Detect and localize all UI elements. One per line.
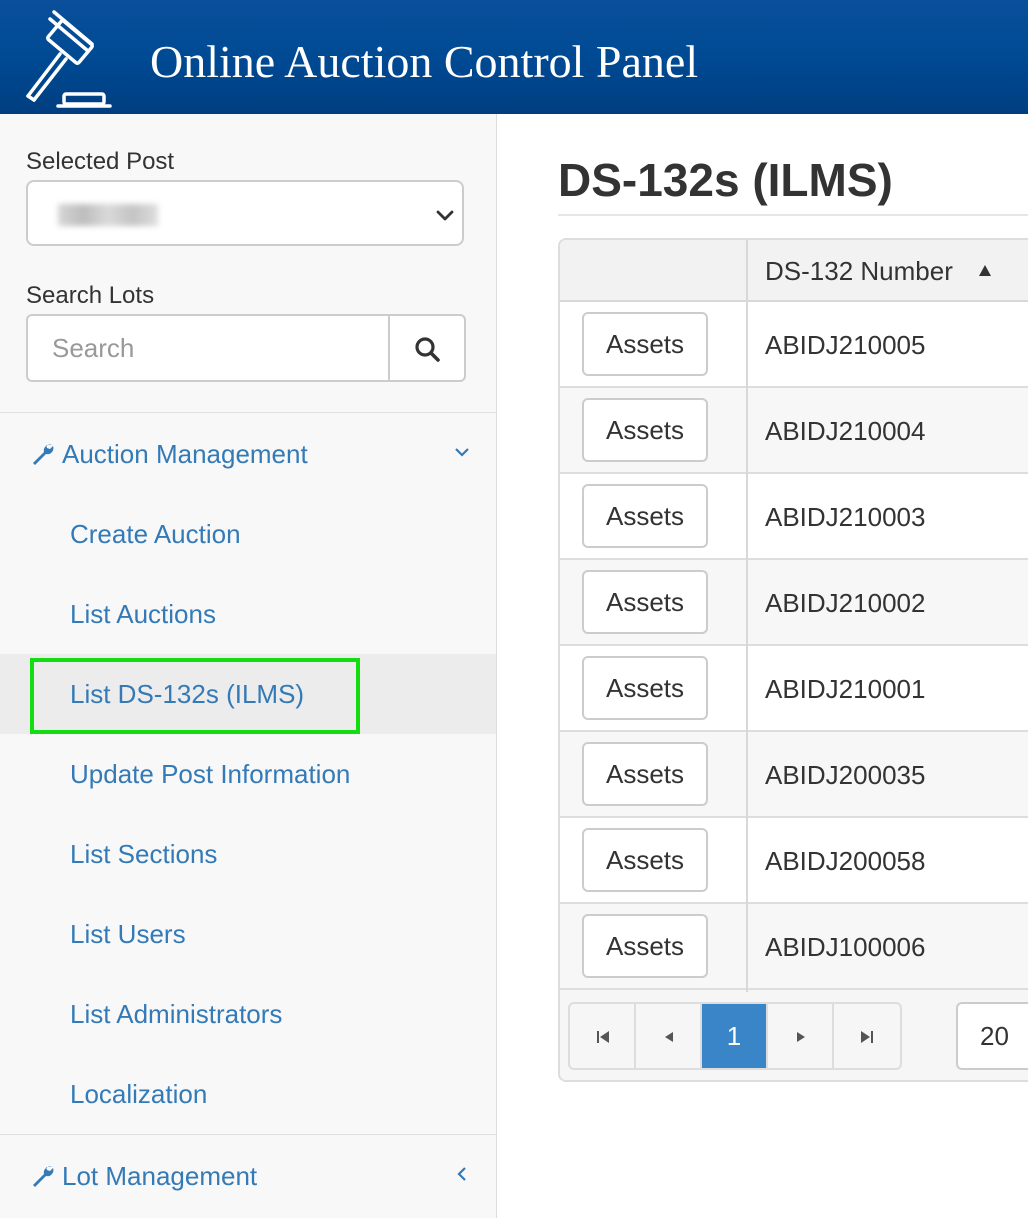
app-header: Online Auction Control Panel xyxy=(0,0,1028,114)
sidebar-item-list-auctions[interactable]: List Auctions xyxy=(0,574,496,654)
prev-page-button[interactable] xyxy=(636,1004,702,1068)
page-button-current[interactable]: 1 xyxy=(702,1004,768,1068)
section-lot-management[interactable]: Lot Management xyxy=(30,1156,470,1196)
table-row: Assets ABIDJ210005 xyxy=(560,302,1028,388)
search-icon xyxy=(415,337,440,362)
table-row: Assets ABIDJ200058 xyxy=(560,818,1028,904)
assets-button[interactable]: Assets xyxy=(582,484,708,548)
prev-page-icon xyxy=(665,1032,673,1042)
ds132-number: ABIDJ210004 xyxy=(765,416,926,446)
sidebar-item-create-auction[interactable]: Create Auction xyxy=(0,494,496,574)
grid-header: DS-132 Number xyxy=(560,240,1028,302)
search-button[interactable] xyxy=(388,316,464,380)
sidebar-item-list-ds132s[interactable]: List DS-132s (ILMS) xyxy=(0,654,496,734)
wrench-icon xyxy=(33,444,54,465)
first-page-icon xyxy=(597,1031,609,1043)
search-group xyxy=(26,314,466,382)
assets-button[interactable]: Assets xyxy=(582,742,708,806)
chevron-left-icon xyxy=(457,1167,466,1181)
ds132-number: ABIDJ210005 xyxy=(765,330,926,360)
app-title: Online Auction Control Panel xyxy=(150,36,699,87)
first-page-button[interactable] xyxy=(570,1004,636,1068)
assets-button[interactable]: Assets xyxy=(582,570,708,634)
pager: 1 xyxy=(568,1002,902,1070)
table-row: Assets ABIDJ210004 xyxy=(560,388,1028,474)
ds132-number: ABIDJ100006 xyxy=(765,932,926,962)
chevron-down-icon xyxy=(455,448,469,457)
last-page-icon xyxy=(861,1031,873,1043)
last-page-button[interactable] xyxy=(834,1004,900,1068)
ds132-grid: DS-132 Number Assets ABIDJ210005 Assets … xyxy=(558,238,1028,1082)
table-row: Assets ABIDJ210002 xyxy=(560,560,1028,646)
sidebar: Selected Post Search Lots Auction Manage… xyxy=(0,114,497,1218)
post-select-value-redacted xyxy=(58,204,158,226)
sidebar-divider xyxy=(0,412,496,413)
search-input[interactable] xyxy=(28,316,388,380)
assets-button[interactable]: Assets xyxy=(582,398,708,462)
table-row: Assets ABIDJ100006 xyxy=(560,904,1028,990)
wrench-icon xyxy=(33,1166,54,1187)
sidebar-item-list-users[interactable]: List Users xyxy=(0,894,496,974)
table-row: Assets ABIDJ210003 xyxy=(560,474,1028,560)
sidebar-item-localization[interactable]: Localization xyxy=(0,1054,496,1134)
next-page-button[interactable] xyxy=(768,1004,834,1068)
sidebar-item-list-administrators[interactable]: List Administrators xyxy=(0,974,496,1054)
sidebar-divider xyxy=(0,1134,496,1135)
page-title: DS-132s (ILMS) xyxy=(558,154,893,206)
chevron-down-icon xyxy=(436,210,454,221)
assets-button[interactable]: Assets xyxy=(582,656,708,720)
table-row: Assets ABIDJ200035 xyxy=(560,732,1028,818)
assets-button[interactable]: Assets xyxy=(582,828,708,892)
ds132-number: ABIDJ210003 xyxy=(765,502,926,532)
ds132-number: ABIDJ200035 xyxy=(765,760,926,790)
next-page-icon xyxy=(797,1032,805,1042)
assets-button[interactable]: Assets xyxy=(582,914,708,978)
post-select[interactable] xyxy=(26,180,464,246)
assets-button[interactable]: Assets xyxy=(582,312,708,376)
search-lots-label: Search Lots xyxy=(26,282,155,309)
selected-post-label: Selected Post xyxy=(26,148,175,175)
sidebar-item-update-post-information[interactable]: Update Post Information xyxy=(0,734,496,814)
main-content: DS-132s (ILMS) DS-132 Number Assets ABID… xyxy=(497,114,1028,1218)
ds132-number: ABIDJ210001 xyxy=(765,674,926,704)
sort-ascending-icon xyxy=(979,265,991,276)
title-divider xyxy=(558,214,1028,216)
sidebar-item-list-sections[interactable]: List Sections xyxy=(0,814,496,894)
column-header-ds132-number[interactable]: DS-132 Number xyxy=(765,240,953,302)
gavel-icon xyxy=(26,10,112,108)
ds132-number: ABIDJ200058 xyxy=(765,846,926,876)
column-divider xyxy=(746,240,748,992)
ds132-number: ABIDJ210002 xyxy=(765,588,926,618)
table-row: Assets ABIDJ210001 xyxy=(560,646,1028,732)
page-size-select[interactable]: 20 xyxy=(956,1002,1028,1070)
section-auction-management[interactable]: Auction Management xyxy=(30,434,470,474)
